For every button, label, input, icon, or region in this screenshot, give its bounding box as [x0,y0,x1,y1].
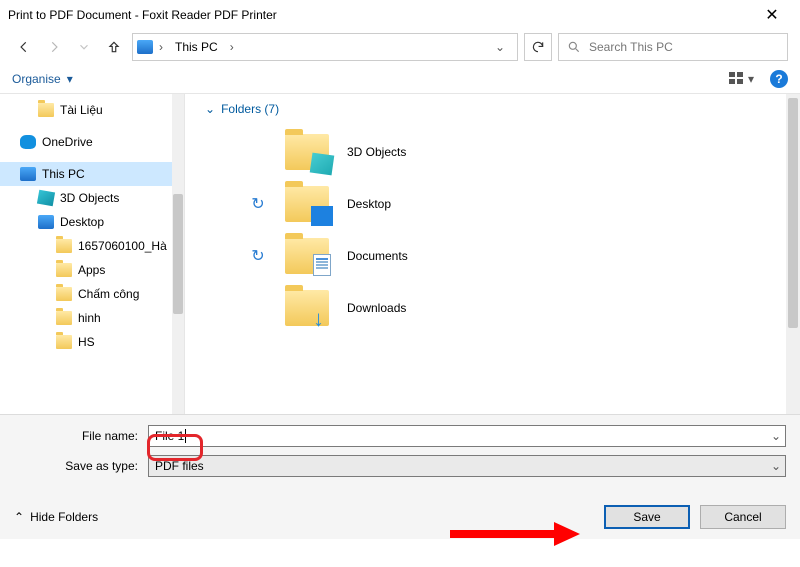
folder-name: Documents [347,249,408,263]
view-options-button[interactable]: ▾ [729,72,754,86]
sync-icon: ↻ [249,194,267,214]
tree-item-label: 3D Objects [60,191,119,205]
files-scrollbar-thumb[interactable] [788,98,798,328]
saveastype-select[interactable]: PDF files ⌄ [148,455,786,477]
cancel-button[interactable]: Cancel [700,505,786,529]
folder-row[interactable]: 3D Objects [201,126,784,178]
search-input[interactable]: Search This PC [558,33,788,61]
sync-icon: ↻ [249,246,267,266]
tree-item[interactable]: Tài Liệu [0,98,184,122]
tree-item[interactable]: 3D Objects [0,186,184,210]
navigation-tree[interactable]: Tài Liệu OneDrive This PC 3D Objects Desktop… [0,94,185,414]
tree-item[interactable]: Apps [0,258,184,282]
pc-icon [20,167,36,181]
tree-item[interactable]: Chấm công [0,282,184,306]
tree-item-label: This PC [42,167,85,181]
folders-section-label: Folders (7) [221,102,279,116]
chevron-right-icon: › [159,40,163,54]
chevron-down-icon: ▾ [67,72,73,86]
filename-label: File name: [14,429,144,443]
tree-item-label: Desktop [60,215,104,229]
tree-item[interactable]: Desktop [0,210,184,234]
close-button[interactable]: ✕ [752,0,792,30]
recent-dropdown-icon[interactable] [72,35,96,59]
folder-row[interactable]: Downloads [201,282,784,334]
folder-icon [56,335,72,349]
tree-item-label: HS [78,335,95,349]
breadcrumb-this-pc[interactable]: This PC [169,40,224,54]
tree-item-label: Apps [78,263,105,277]
forward-button [42,35,66,59]
tree-item-label: 1657060100_Hà [78,239,167,253]
3d-badge-icon [310,153,335,176]
folders-section-header[interactable]: ⌄ Folders (7) [205,102,784,116]
folder-row[interactable]: ↻ Desktop [201,178,784,230]
chevron-down-icon: ⌄ [205,102,215,116]
folder-icon [285,186,329,222]
saveastype-label: Save as type: [14,459,144,473]
tree-scrollbar-thumb[interactable] [173,194,183,314]
tree-item-label: hinh [78,311,101,325]
organise-menu[interactable]: Organise ▾ [12,72,73,86]
folder-icon [56,311,72,325]
hide-folders-button[interactable]: ⌃ Hide Folders [14,510,98,524]
folder-icon [285,290,329,326]
back-button[interactable] [12,35,36,59]
refresh-button[interactable] [524,33,552,61]
pc-icon [137,40,153,54]
text-cursor [185,429,186,443]
tree-item[interactable]: 1657060100_Hà [0,234,184,258]
doc-badge-icon [313,254,331,276]
files-panel[interactable]: ⌄ Folders (7) 3D Objects ↻ Desktop ↻ Documen… [185,94,800,414]
tree-item[interactable]: This PC [0,162,184,186]
tree-scrollbar[interactable] [172,94,184,414]
save-button[interactable]: Save [604,505,690,529]
folder-icon [285,134,329,170]
tree-item-label: Tài Liệu [60,103,103,117]
desk-badge-icon [311,206,333,226]
tree-item-label: OneDrive [42,135,93,149]
up-button[interactable] [102,35,126,59]
tree-item-label: Chấm công [78,287,139,301]
search-placeholder: Search This PC [589,40,673,54]
filename-input[interactable]: File 1 ⌄ [148,425,786,447]
tree-item[interactable]: HS [0,330,184,354]
chevron-down-icon: ▾ [748,72,754,86]
search-icon [567,40,581,54]
obj3d-icon [37,190,55,207]
help-button[interactable]: ? [770,70,788,88]
tree-item[interactable]: hinh [0,306,184,330]
chevron-up-icon: ⌃ [14,510,24,524]
down-badge-icon [311,310,333,330]
folder-icon [56,239,72,253]
address-dropdown-icon[interactable]: ⌄ [487,40,513,54]
folder-name: Downloads [347,301,406,315]
chevron-down-icon[interactable]: ⌄ [771,459,781,473]
window-title: Print to PDF Document - Foxit Reader PDF… [8,8,752,22]
folder-icon [56,263,72,277]
chevron-down-icon[interactable]: ⌄ [771,429,781,443]
chevron-right-icon[interactable]: › [230,40,234,54]
folder-icon [56,287,72,301]
tree-item[interactable]: OneDrive [0,130,184,154]
pc-icon [38,215,54,229]
files-scrollbar[interactable] [786,94,800,414]
folder-row[interactable]: ↻ Documents [201,230,784,282]
address-bar[interactable]: › This PC › ⌄ [132,33,518,61]
folder-icon [38,103,54,117]
onedrive-icon [20,135,36,149]
folder-name: 3D Objects [347,145,406,159]
folder-icon [285,238,329,274]
folder-name: Desktop [347,197,391,211]
